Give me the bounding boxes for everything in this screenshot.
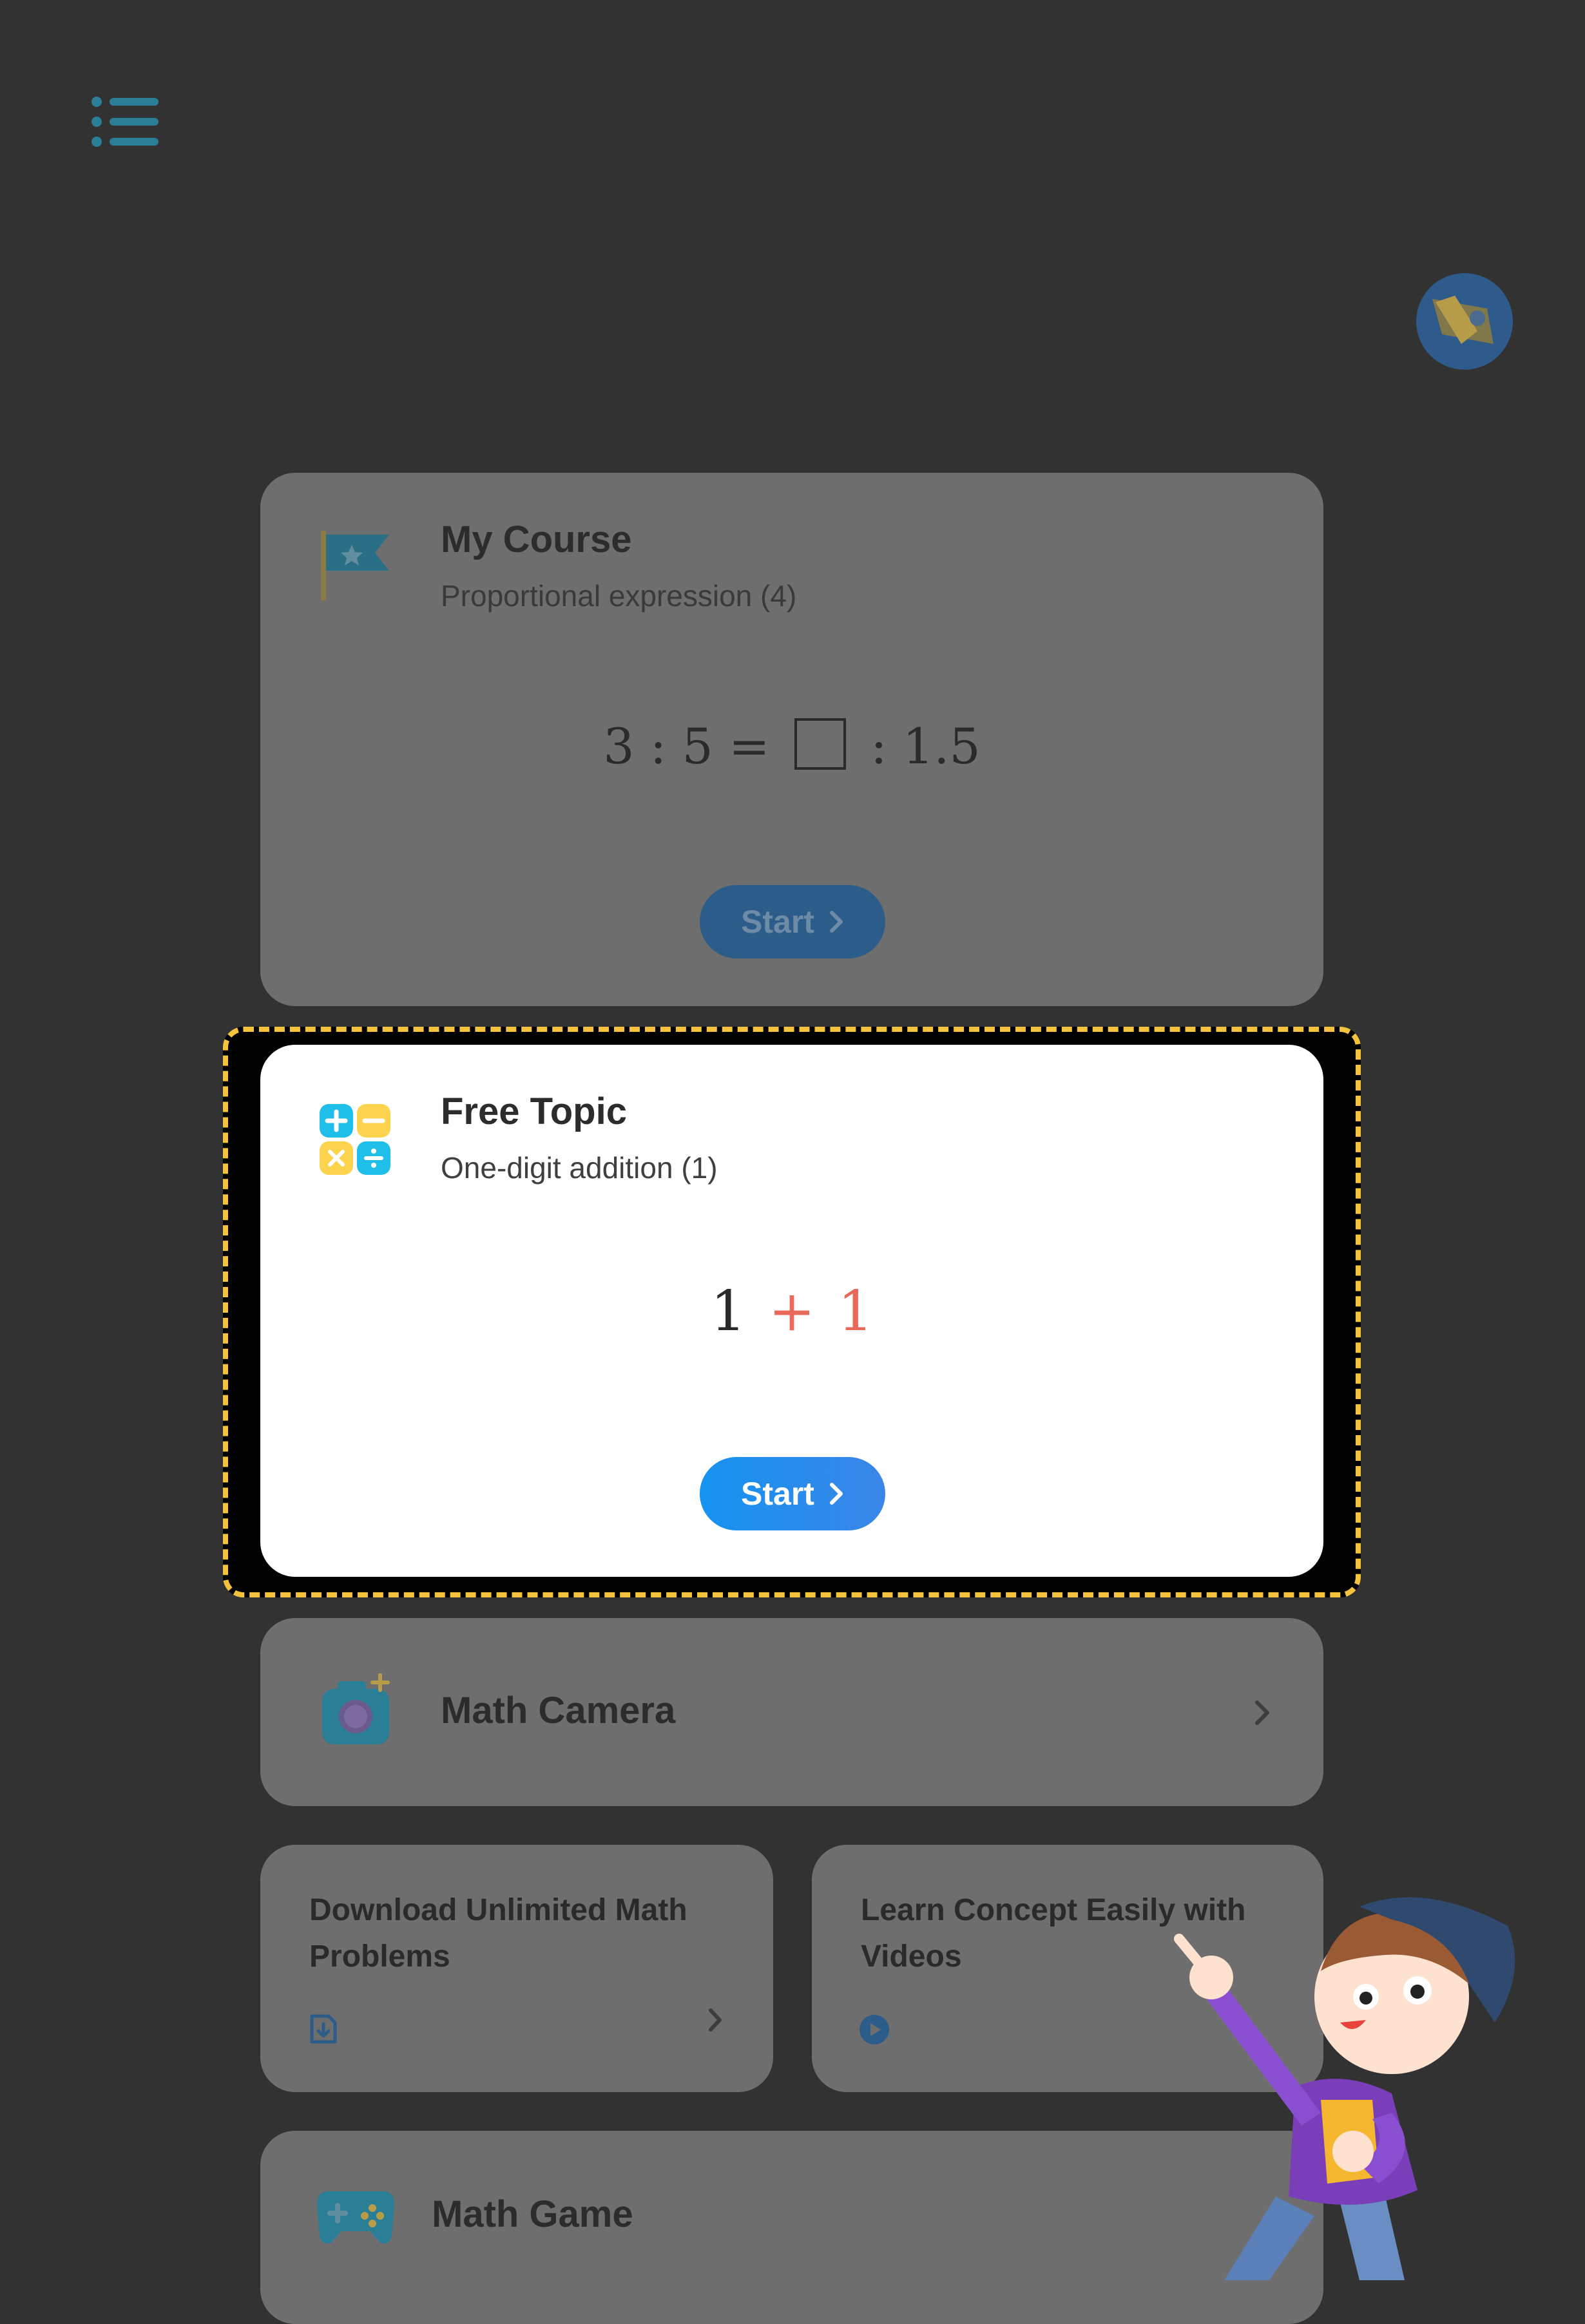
- camera-icon: [322, 1673, 390, 1744]
- start-label: Start: [741, 1476, 814, 1512]
- math-game-title: Math Game: [432, 2193, 633, 2235]
- my-course-start-button[interactable]: Start: [700, 885, 885, 958]
- math-camera-title: Math Camera: [441, 1690, 676, 1731]
- play-icon: [860, 2015, 889, 2044]
- free-topic-title: Free Topic: [441, 1091, 627, 1132]
- download-problems-tile[interactable]: Download Unlimited Math Problems: [260, 1845, 773, 2092]
- free-topic-subtitle: One-digit addition (1): [441, 1151, 718, 1185]
- chevron-right-icon: [1255, 1700, 1269, 1725]
- formula-left: 3 : 5 =: [603, 718, 770, 775]
- math-camera-card[interactable]: Math Camera: [260, 1618, 1323, 1806]
- free-topic-formula: 1 + 1: [260, 1279, 1323, 1344]
- avatar[interactable]: [1416, 273, 1513, 370]
- my-course-card[interactable]: My Course Proportional expression (4) 3 …: [260, 473, 1323, 1006]
- answer-box: [794, 718, 846, 770]
- my-course-formula: 3 : 5 = : 1.5: [260, 718, 1323, 775]
- chevron-right-icon: [829, 911, 843, 933]
- download-icon: [310, 2014, 337, 2044]
- download-tile-title: Download Unlimited Math Problems: [309, 1893, 687, 1974]
- start-label: Start: [741, 904, 814, 940]
- formula-operator: +: [768, 1279, 816, 1344]
- formula-a: 1: [710, 1279, 746, 1344]
- my-course-subtitle: Proportional expression (4): [441, 579, 797, 613]
- chevron-right-icon: [709, 2008, 722, 2032]
- formula-b: 1: [838, 1279, 874, 1344]
- my-course-title: My Course: [441, 519, 632, 560]
- chevron-right-icon: [829, 1483, 843, 1505]
- flag-icon: [321, 531, 389, 600]
- calculator-icon: [320, 1104, 390, 1175]
- free-topic-card[interactable]: Free Topic One-digit addition (1) 1 + 1 …: [260, 1045, 1323, 1577]
- formula-right: : 1.5: [870, 718, 981, 775]
- menu-icon[interactable]: [90, 95, 160, 148]
- free-topic-start-button[interactable]: Start: [700, 1457, 885, 1530]
- mascot-character: [1174, 1897, 1515, 2280]
- gamepad-icon: [317, 2191, 394, 2243]
